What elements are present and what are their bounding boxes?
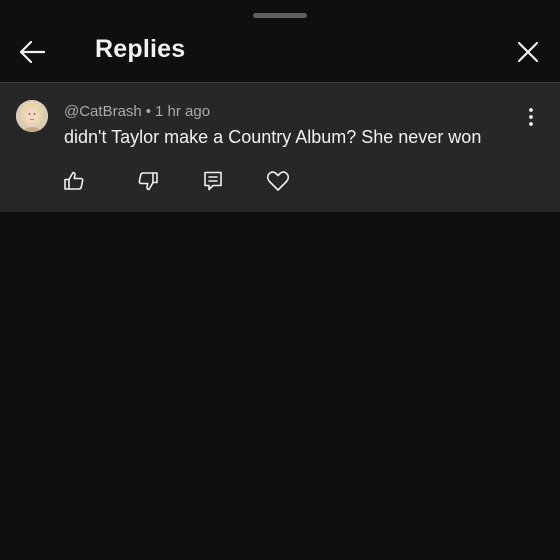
comment-meta: @CatBrash • 1 hr ago <box>64 103 210 120</box>
comment-item: @CatBrash • 1 hr ago didn't Taylor make a … <box>0 83 560 212</box>
dislike-button[interactable] <box>134 167 162 195</box>
reply-button[interactable] <box>199 167 227 195</box>
close-button[interactable] <box>510 34 546 70</box>
back-button[interactable] <box>12 34 52 70</box>
like-button[interactable] <box>60 167 88 195</box>
comment-time: 1 hr ago <box>155 103 211 120</box>
comment-author[interactable]: @CatBrash <box>64 103 142 120</box>
thumbs-down-icon <box>138 172 158 191</box>
replies-list-empty-area <box>0 212 560 560</box>
more-options-button[interactable] <box>522 104 540 130</box>
close-icon <box>517 41 539 63</box>
thumbs-up-icon <box>64 171 84 190</box>
more-vertical-icon <box>529 108 533 126</box>
replies-sheet: Replies @CatBrash • 1 hr ago didn't Taylor… <box>0 0 560 560</box>
arrow-left-icon <box>19 40 46 64</box>
page-title: Replies <box>95 35 186 63</box>
comment-reply-icon <box>204 171 222 191</box>
meta-separator: • <box>145 103 152 120</box>
heart-icon <box>266 171 290 191</box>
drag-handle[interactable] <box>253 13 307 18</box>
avatar[interactable] <box>16 100 48 132</box>
avatar-image <box>16 100 48 132</box>
comment-text: didn't Taylor make a Country Album? She … <box>64 127 482 147</box>
heart-button[interactable] <box>264 167 292 195</box>
replies-header: Replies <box>0 22 560 82</box>
